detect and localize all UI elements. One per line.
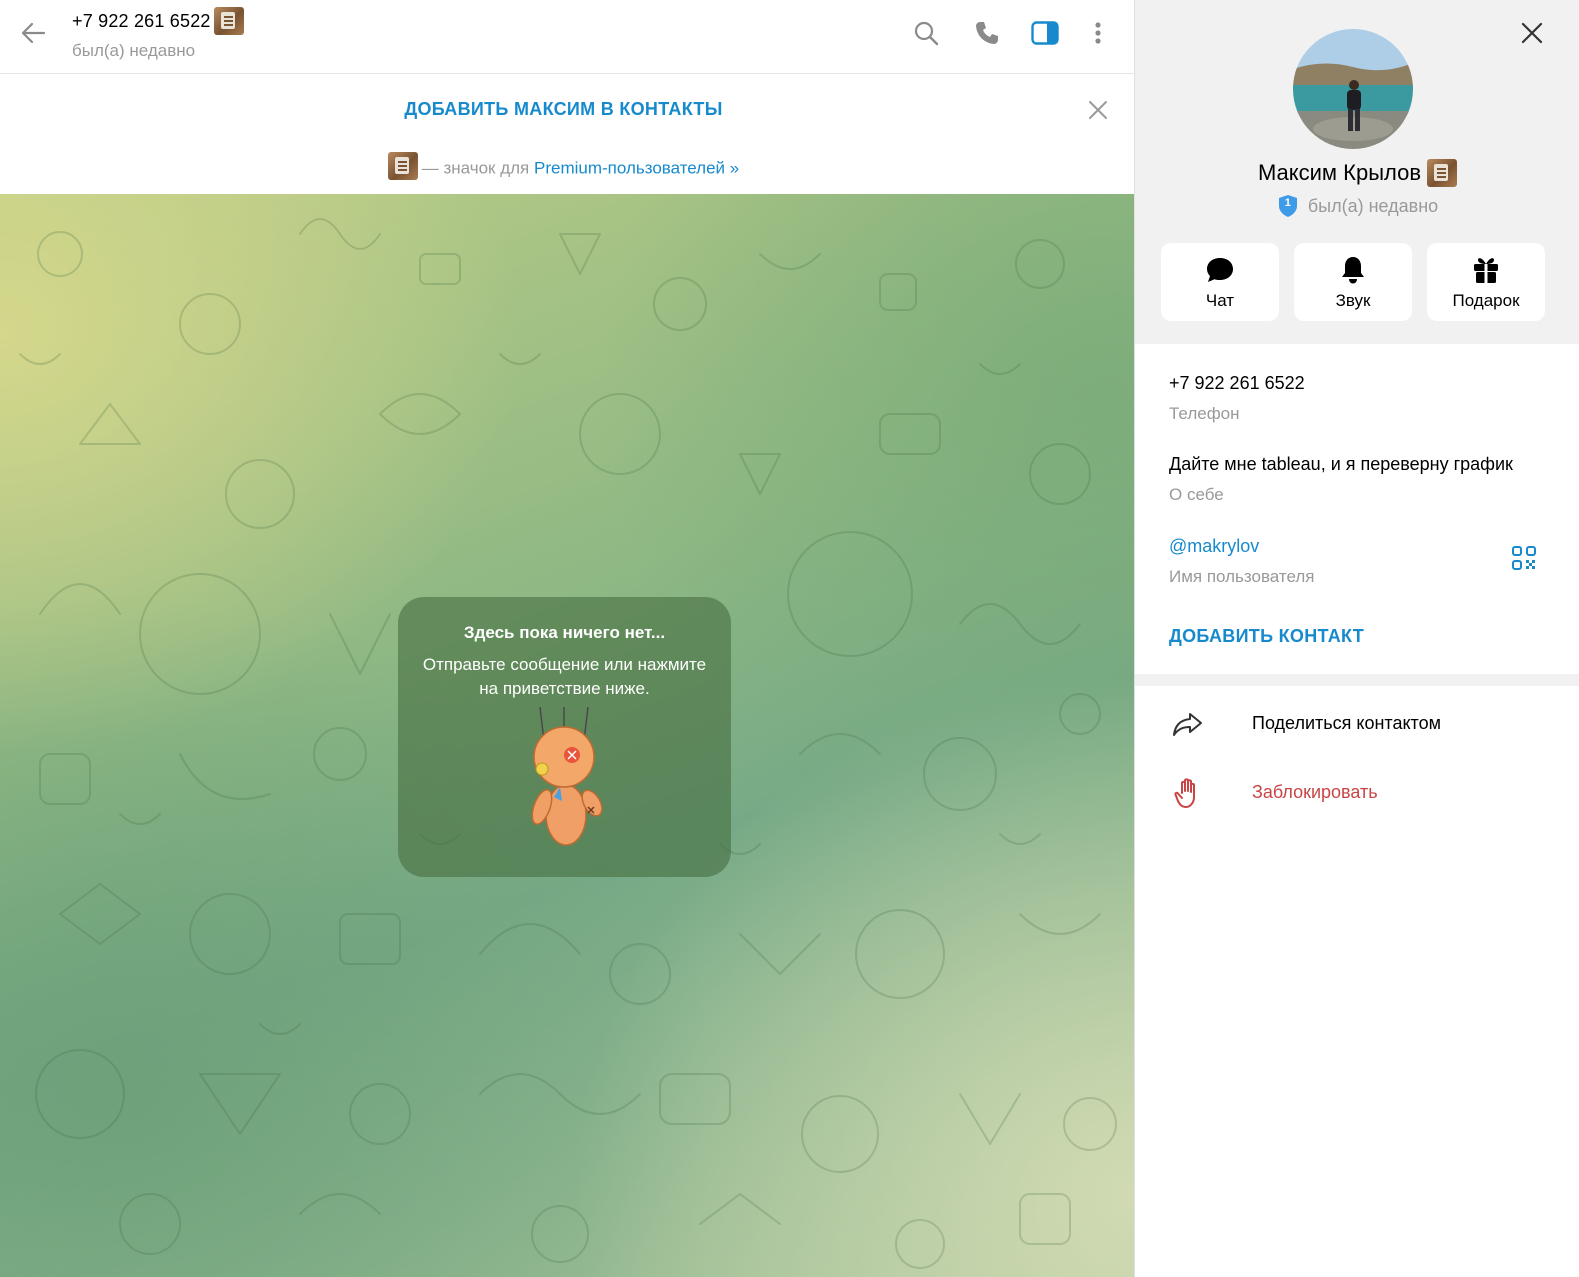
close-add-contact-bar-button[interactable]	[1080, 92, 1116, 128]
empty-chat-card: Здесь пока ничего нет... Отправьте сообщ…	[398, 597, 731, 877]
search-button[interactable]	[908, 15, 944, 51]
bio-label: О себе	[1169, 485, 1224, 504]
chat-action-button[interactable]: Чат	[1161, 243, 1279, 321]
sidebar-toggle-icon	[1031, 21, 1059, 45]
share-contact-button[interactable]: Поделиться контактом	[1135, 693, 1579, 755]
profile-status-row: 1 был(а) недавно	[1135, 194, 1579, 218]
gift-action-label: Подарок	[1452, 291, 1520, 310]
section-divider	[1135, 674, 1579, 686]
avatar[interactable]	[1293, 29, 1413, 149]
add-contact-button[interactable]: ДОБАВИТЬ КОНТАКТ	[1169, 626, 1364, 647]
chat-pane: +7 922 261 6522 был(а) недавно ДОБАВИТЬ …	[0, 0, 1134, 1277]
premium-note-text: — значок для	[421, 158, 534, 178]
share-icon	[1173, 713, 1202, 736]
qr-code-icon[interactable]	[1511, 545, 1537, 571]
share-contact-label: Поделиться контактом	[1252, 713, 1441, 733]
sound-action-button[interactable]: Звук	[1294, 243, 1412, 321]
username-label: Имя пользователя	[1169, 567, 1315, 586]
sidebar-toggle-button[interactable]	[1027, 15, 1063, 51]
profile-name: Максим Крылов	[1257, 160, 1422, 185]
voodoo-doll-sticker[interactable]	[514, 707, 614, 852]
phone-icon	[976, 22, 998, 44]
premium-emoji-status-icon	[387, 152, 418, 180]
peer-title[interactable]: +7 922 261 6522	[72, 7, 244, 35]
level-number: 1	[1284, 197, 1291, 209]
close-icon	[1521, 22, 1543, 44]
block-user-label: Заблокировать	[1252, 782, 1378, 802]
back-arrow-icon	[21, 22, 46, 44]
chat-background: Здесь пока ничего нет... Отправьте сообщ…	[0, 194, 1134, 1277]
premium-emoji-status-icon	[1427, 159, 1458, 187]
add-to-contacts-link[interactable]: ДОБАВИТЬ МАКСИМ В КОНТАКТЫ	[0, 99, 1127, 120]
call-button[interactable]	[969, 15, 1005, 51]
phone-number[interactable]: +7 922 261 6522	[1169, 373, 1305, 394]
gift-icon	[1474, 258, 1498, 283]
profile-status: был(а) недавно	[1307, 195, 1439, 216]
chat-bubble-icon	[1207, 258, 1233, 282]
avatar-photo	[1293, 29, 1413, 149]
premium-users-link[interactable]: Premium-пользователей »	[534, 158, 739, 177]
bio-text[interactable]: Дайте мне tableau, и я переверну график	[1169, 454, 1513, 475]
more-vertical-icon	[1095, 22, 1101, 44]
empty-chat-title: Здесь пока ничего нет...	[463, 623, 666, 642]
bell-icon	[1342, 257, 1364, 284]
close-icon	[1089, 101, 1107, 119]
sound-action-label: Звук	[1335, 291, 1371, 310]
search-icon	[914, 21, 939, 46]
gift-action-button[interactable]: Подарок	[1427, 243, 1545, 321]
level-badge-icon[interactable]: 1	[1277, 194, 1299, 218]
hand-stop-icon	[1174, 778, 1195, 808]
peer-status: был(а) недавно	[72, 41, 196, 60]
profile-header: Максим Крылов 1 был(а) недавно Чат Звук …	[1135, 0, 1579, 344]
close-profile-button[interactable]	[1513, 14, 1551, 52]
more-menu-button[interactable]	[1080, 15, 1116, 51]
empty-chat-text: Отправьте сообщение или нажмите на приве…	[422, 655, 707, 698]
chat-header: +7 922 261 6522 был(а) недавно	[0, 0, 1134, 74]
premium-emoji-status-icon	[213, 7, 244, 35]
phone-label: Телефон	[1169, 404, 1240, 423]
chat-action-label: Чат	[1205, 291, 1235, 310]
premium-note: — значок для Premium-пользователей »	[0, 152, 1127, 180]
username-link[interactable]: @makrylov	[1169, 536, 1259, 557]
peer-name: +7 922 261 6522	[72, 10, 211, 31]
block-user-button[interactable]: Заблокировать	[1135, 762, 1579, 824]
back-button[interactable]	[15, 15, 51, 51]
profile-name-row: Максим Крылов	[1135, 159, 1579, 187]
profile-pane: Максим Крылов 1 был(а) недавно Чат Звук …	[1134, 0, 1579, 1277]
